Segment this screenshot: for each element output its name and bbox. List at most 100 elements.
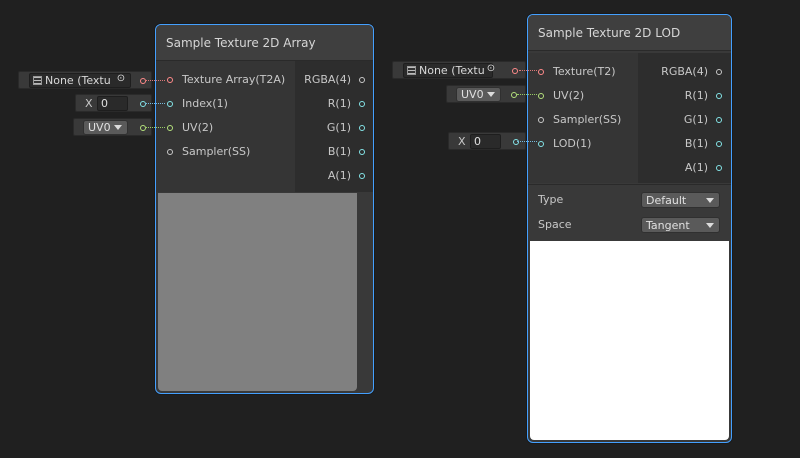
axis-label: X	[85, 97, 93, 110]
connection-wire	[517, 94, 537, 95]
port-connector-icon[interactable]	[511, 92, 517, 98]
uv-value: UV0	[461, 88, 484, 101]
input-port-lod[interactable]: LOD(1)	[538, 136, 591, 152]
uv-dropdown[interactable]: UV0	[83, 120, 128, 135]
input-port-index[interactable]: Index(1)	[167, 96, 228, 112]
port-connector-icon[interactable]	[716, 69, 722, 75]
output-port-b[interactable]: B(1)	[328, 144, 365, 160]
input-port-sampler[interactable]: Sampler(SS)	[167, 144, 250, 160]
connection-wire	[145, 80, 165, 81]
output-port-rgba[interactable]: RGBA(4)	[661, 64, 722, 80]
port-label: Texture(T2)	[553, 65, 616, 78]
connection-wire	[145, 103, 165, 104]
port-label: Index(1)	[182, 97, 228, 110]
output-port-g[interactable]: G(1)	[684, 112, 722, 128]
node-sample-texture-2d-lod[interactable]: Sample Texture 2D LOD Texture(T2) UV(2) …	[527, 14, 732, 443]
object-picker-icon[interactable]: ⊙	[114, 73, 128, 85]
output-port-r[interactable]: R(1)	[328, 96, 365, 112]
lod-value: 0	[474, 135, 481, 148]
uv-slot[interactable]: UV0	[73, 118, 152, 136]
uv-value: UV0	[88, 121, 111, 134]
texture-slot[interactable]: None (Textu ⊙	[392, 61, 526, 79]
port-label: RGBA(4)	[661, 65, 708, 78]
port-connector-icon[interactable]	[716, 117, 722, 123]
output-port-g[interactable]: G(1)	[327, 120, 365, 136]
index-value: 0	[101, 97, 108, 110]
lod-slot[interactable]: X 0	[448, 132, 526, 150]
port-connector-icon[interactable]	[359, 173, 365, 179]
port-connector-icon[interactable]	[538, 69, 544, 75]
connection-wire	[517, 141, 537, 142]
port-connector-icon[interactable]	[512, 68, 518, 74]
uv-slot[interactable]: UV0	[446, 85, 526, 103]
port-connector-icon[interactable]	[167, 77, 173, 83]
output-port-a[interactable]: A(1)	[328, 168, 365, 184]
space-dropdown[interactable]: Tangent	[641, 217, 720, 233]
port-connector-icon[interactable]	[359, 77, 365, 83]
port-connector-icon[interactable]	[716, 141, 722, 147]
input-port-texture[interactable]: Texture(T2)	[538, 64, 616, 80]
texture-field-value: None (Textu	[45, 74, 111, 87]
port-connector-icon[interactable]	[538, 141, 544, 147]
axis-label: X	[458, 135, 466, 148]
input-port-uv[interactable]: UV(2)	[538, 88, 584, 104]
texture-object-field[interactable]: None (Textu	[403, 63, 493, 78]
port-label: Sampler(SS)	[553, 113, 622, 126]
node-preview	[530, 241, 729, 440]
output-port-b[interactable]: B(1)	[685, 136, 722, 152]
uv-dropdown[interactable]: UV0	[456, 87, 501, 102]
index-input[interactable]: 0	[97, 96, 128, 111]
input-port-uv[interactable]: UV(2)	[167, 120, 213, 136]
port-label: RGBA(4)	[304, 73, 351, 86]
type-value: Default	[646, 194, 687, 207]
port-label: LOD(1)	[553, 137, 592, 150]
output-ports: RGBA(4) R(1) G(1) B(1) A(1)	[295, 61, 373, 192]
port-connector-icon[interactable]	[167, 149, 173, 155]
port-connector-icon[interactable]	[716, 165, 722, 171]
chevron-down-icon	[487, 92, 495, 97]
space-value: Tangent	[646, 219, 690, 232]
port-connector-icon[interactable]	[538, 117, 544, 123]
lod-input[interactable]: 0	[470, 134, 501, 149]
port-connector-icon[interactable]	[167, 101, 173, 107]
port-connector-icon[interactable]	[167, 125, 173, 131]
port-connector-icon[interactable]	[359, 101, 365, 107]
port-connector-icon[interactable]	[140, 101, 146, 107]
texture-icon	[33, 76, 42, 85]
port-connector-icon[interactable]	[140, 78, 146, 84]
port-connector-icon[interactable]	[513, 139, 519, 145]
node-title[interactable]: Sample Texture 2D LOD	[528, 15, 731, 51]
type-dropdown[interactable]: Default	[641, 192, 720, 208]
node-settings: Type Default Space Tangent	[528, 184, 731, 241]
port-connector-icon[interactable]	[359, 149, 365, 155]
output-port-a[interactable]: A(1)	[685, 160, 722, 176]
port-label: UV(2)	[182, 121, 214, 134]
port-connector-icon[interactable]	[140, 125, 146, 131]
output-port-r[interactable]: R(1)	[685, 88, 722, 104]
connection-wire	[145, 127, 165, 128]
texture-array-slot[interactable]: None (Textu ⊙	[18, 71, 152, 89]
port-label: Sampler(SS)	[182, 145, 251, 158]
node-sample-texture-2d-array[interactable]: Sample Texture 2D Array Texture Array(T2…	[155, 24, 374, 394]
input-port-texture-array[interactable]: Texture Array(T2A)	[167, 72, 285, 88]
chevron-down-icon	[114, 125, 122, 130]
node-preview	[158, 193, 357, 391]
chevron-down-icon	[706, 198, 714, 203]
output-ports: RGBA(4) R(1) G(1) B(1) A(1)	[638, 53, 731, 183]
type-label: Type	[538, 193, 564, 206]
port-label: Texture Array(T2A)	[182, 73, 286, 86]
texture-field-value: None (Textu	[419, 64, 485, 77]
index-slot[interactable]: X 0	[75, 94, 152, 112]
port-connector-icon[interactable]	[538, 93, 544, 99]
port-connector-icon[interactable]	[716, 93, 722, 99]
object-picker-icon[interactable]: ⊙	[484, 63, 498, 75]
node-title[interactable]: Sample Texture 2D Array	[156, 25, 373, 61]
output-port-rgba[interactable]: RGBA(4)	[304, 72, 365, 88]
input-ports: Texture Array(T2A) Index(1) UV(2) Sample…	[156, 61, 295, 192]
space-label: Space	[538, 218, 572, 231]
connection-wire	[519, 70, 537, 71]
port-connector-icon[interactable]	[359, 125, 365, 131]
texture-icon	[407, 66, 416, 75]
port-label: UV(2)	[553, 89, 585, 102]
input-port-sampler[interactable]: Sampler(SS)	[538, 112, 621, 128]
